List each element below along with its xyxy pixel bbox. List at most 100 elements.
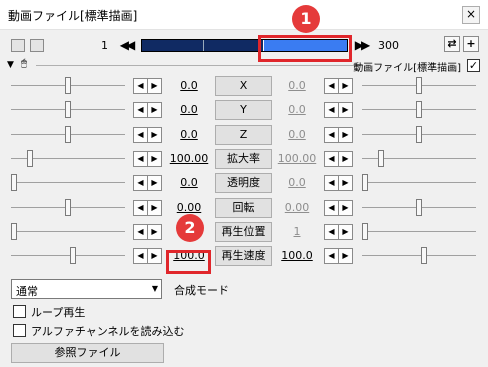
alpha-checkbox[interactable] xyxy=(13,324,26,337)
end-slider[interactable] xyxy=(362,222,476,240)
param-name-button[interactable]: 再生位置 xyxy=(215,221,272,242)
left-arrow-icon[interactable]: ◀ xyxy=(133,78,148,94)
right-arrow-icon[interactable]: ▶ xyxy=(147,175,162,192)
slider-thumb[interactable] xyxy=(416,101,422,119)
collapse-triangle-icon[interactable]: ▼ xyxy=(7,60,14,70)
add-icon[interactable]: + xyxy=(463,36,479,52)
highlight-box-2 xyxy=(166,250,211,274)
left-arrow-icon[interactable]: ◀ xyxy=(324,223,339,240)
param-name-button[interactable]: Y xyxy=(215,100,272,121)
right-arrow-icon[interactable]: ▶ xyxy=(147,78,162,94)
loop-checkbox[interactable] xyxy=(13,305,26,318)
end-value[interactable]: 0.0 xyxy=(271,79,323,92)
slider-thumb[interactable] xyxy=(416,77,422,94)
end-value[interactable]: 100.0 xyxy=(271,249,323,262)
start-slider[interactable] xyxy=(11,222,125,240)
end-value[interactable]: 0.00 xyxy=(271,201,323,214)
slider-thumb[interactable] xyxy=(421,247,427,265)
prev-frame-icon[interactable]: ◀◀ xyxy=(118,37,135,53)
left-arrow-icon[interactable]: ◀ xyxy=(133,223,148,240)
start-value[interactable]: 0.00 xyxy=(163,201,215,214)
end-value[interactable]: 0.0 xyxy=(271,103,323,116)
left-arrow-icon[interactable]: ◀ xyxy=(133,126,148,143)
right-arrow-icon[interactable]: ▶ xyxy=(147,223,162,240)
start-value[interactable]: 0.0 xyxy=(163,176,215,189)
right-arrow-icon[interactable]: ▶ xyxy=(147,199,162,216)
param-name-button[interactable]: 透明度 xyxy=(215,173,272,194)
end-slider[interactable] xyxy=(362,174,476,192)
start-slider[interactable] xyxy=(11,101,125,119)
start-value[interactable]: 0.0 xyxy=(163,103,215,116)
slider-thumb[interactable] xyxy=(65,198,71,216)
end-value[interactable]: 0.0 xyxy=(271,128,323,141)
end-slider[interactable] xyxy=(362,198,476,216)
slider-thumb[interactable] xyxy=(378,149,384,167)
left-arrow-icon[interactable]: ◀ xyxy=(324,199,339,216)
slider-thumb[interactable] xyxy=(70,247,76,265)
left-arrow-icon[interactable]: ◀ xyxy=(133,102,148,119)
param-name-button[interactable]: 回転 xyxy=(215,197,272,218)
start-slider[interactable] xyxy=(11,149,125,167)
scene-icon[interactable] xyxy=(11,39,25,52)
slider-thumb[interactable] xyxy=(11,174,17,192)
right-arrow-icon[interactable]: ▶ xyxy=(338,223,353,240)
param-name-button[interactable]: 再生速度 xyxy=(215,246,272,267)
end-slider[interactable] xyxy=(362,101,476,119)
right-arrow-icon[interactable]: ▶ xyxy=(338,150,353,167)
left-arrow-icon[interactable]: ◀ xyxy=(324,102,339,119)
end-slider[interactable] xyxy=(362,125,476,143)
next-frame-icon[interactable]: ▶▶ xyxy=(353,37,370,53)
right-arrow-icon[interactable]: ▶ xyxy=(147,102,162,119)
blend-mode-select[interactable]: 通常 ▼ xyxy=(11,279,162,299)
right-arrow-icon[interactable]: ▶ xyxy=(338,102,353,119)
start-slider[interactable] xyxy=(11,125,125,143)
start-value[interactable]: 0.0 xyxy=(163,128,215,141)
left-arrow-icon[interactable]: ◀ xyxy=(324,175,339,192)
slider-thumb[interactable] xyxy=(65,101,71,119)
right-arrow-icon[interactable]: ▶ xyxy=(338,78,353,94)
end-slider[interactable] xyxy=(362,149,476,167)
slider-thumb[interactable] xyxy=(362,222,368,240)
camera-icon[interactable] xyxy=(30,39,44,52)
slider-thumb[interactable] xyxy=(11,222,17,240)
slider-thumb[interactable] xyxy=(416,198,422,216)
object-enable-checkbox[interactable]: ✓ xyxy=(467,59,480,72)
right-arrow-icon[interactable]: ▶ xyxy=(338,175,353,192)
right-arrow-icon[interactable]: ▶ xyxy=(338,248,353,265)
end-slider[interactable] xyxy=(362,77,476,94)
sync-icon[interactable]: ⇄ xyxy=(444,36,460,52)
end-value[interactable]: 100.00 xyxy=(271,152,323,165)
reference-file-button[interactable]: 参照ファイル xyxy=(11,343,164,363)
left-arrow-icon[interactable]: ◀ xyxy=(133,248,148,265)
param-name-button[interactable]: X xyxy=(215,76,272,96)
slider-thumb[interactable] xyxy=(362,174,368,192)
end-value[interactable]: 0.0 xyxy=(271,176,323,189)
right-arrow-icon[interactable]: ▶ xyxy=(147,126,162,143)
slider-thumb[interactable] xyxy=(416,125,422,143)
left-arrow-icon[interactable]: ◀ xyxy=(324,248,339,265)
slider-thumb[interactable] xyxy=(27,149,33,167)
start-slider[interactable] xyxy=(11,174,125,192)
left-arrow-icon[interactable]: ◀ xyxy=(133,150,148,167)
right-arrow-icon[interactable]: ▶ xyxy=(338,126,353,143)
right-arrow-icon[interactable]: ▶ xyxy=(147,150,162,167)
left-arrow-icon[interactable]: ◀ xyxy=(133,199,148,216)
start-slider[interactable] xyxy=(11,247,125,265)
left-arrow-icon[interactable]: ◀ xyxy=(324,150,339,167)
slider-thumb[interactable] xyxy=(65,77,71,94)
left-arrow-icon[interactable]: ◀ xyxy=(324,126,339,143)
start-slider[interactable] xyxy=(11,77,125,94)
left-arrow-icon[interactable]: ◀ xyxy=(133,175,148,192)
start-value[interactable]: 0.0 xyxy=(163,79,215,92)
slider-thumb[interactable] xyxy=(65,125,71,143)
end-slider[interactable] xyxy=(362,247,476,265)
end-value[interactable]: 1 xyxy=(271,225,323,238)
param-name-button[interactable]: 拡大率 xyxy=(215,148,272,169)
param-name-button[interactable]: Z xyxy=(215,124,272,145)
close-button[interactable]: × xyxy=(462,6,480,24)
right-arrow-icon[interactable]: ▶ xyxy=(338,199,353,216)
start-slider[interactable] xyxy=(11,198,125,216)
start-value[interactable]: 100.00 xyxy=(163,152,215,165)
left-arrow-icon[interactable]: ◀ xyxy=(324,78,339,94)
right-arrow-icon[interactable]: ▶ xyxy=(147,248,162,265)
